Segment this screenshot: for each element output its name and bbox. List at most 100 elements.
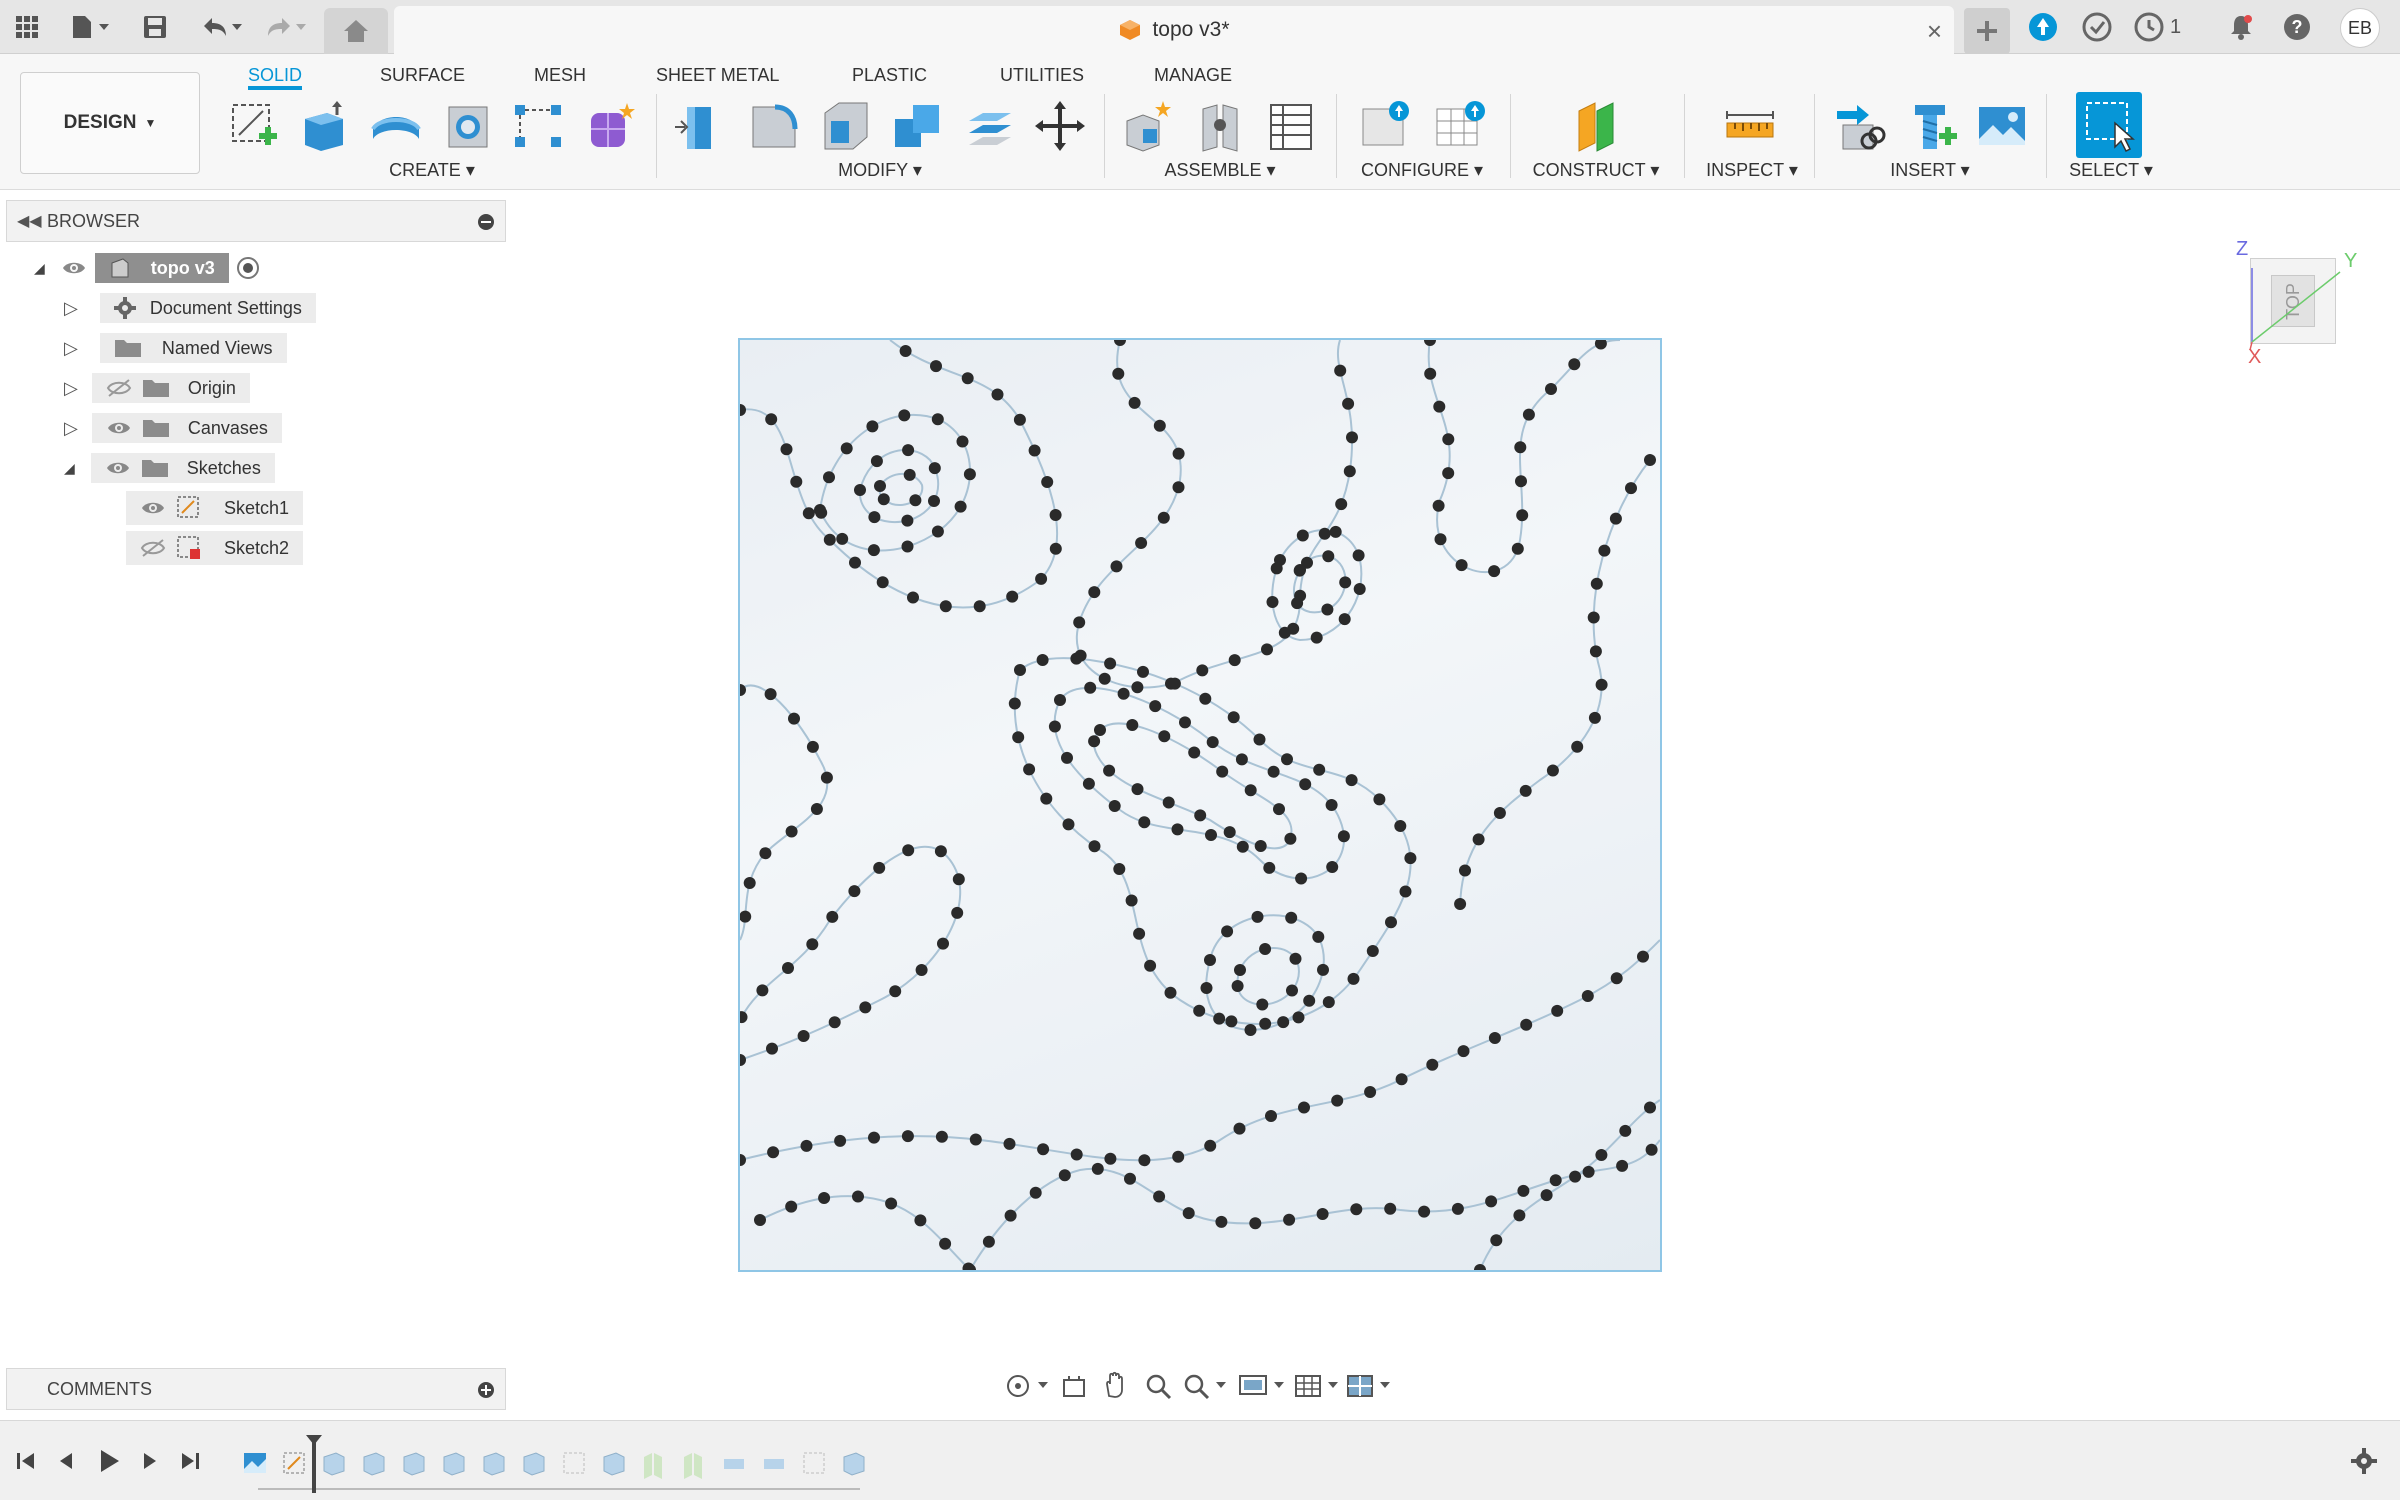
sketch-point <box>969 1133 982 1146</box>
timeline-settings-gear-icon[interactable] <box>2350 1447 2378 1475</box>
shell-tool[interactable] <box>816 96 876 156</box>
tab-solid[interactable]: SOLID <box>248 60 303 90</box>
move-copy-tool[interactable] <box>1030 96 1090 156</box>
expand-triangle-icon[interactable]: ▷ <box>64 378 78 399</box>
browser-item-sketch1[interactable]: Sketch1 <box>126 490 304 526</box>
display-settings-icon[interactable] <box>1238 1372 1288 1400</box>
tab-surface[interactable]: SURFACE <box>380 60 465 90</box>
step-forward-icon[interactable] <box>138 1449 162 1473</box>
expand-triangle-icon[interactable]: ▷ <box>64 338 78 359</box>
visibility-eye-icon[interactable] <box>106 418 132 438</box>
collapse-triangle-icon[interactable]: ◢ <box>64 460 75 477</box>
save-icon[interactable] <box>138 10 172 44</box>
undo-icon[interactable] <box>194 10 248 44</box>
revolve-tool[interactable] <box>366 96 426 156</box>
create-form-tool[interactable] <box>580 96 640 156</box>
play-icon[interactable] <box>96 1447 122 1475</box>
measure-tool[interactable] <box>1720 96 1780 156</box>
browser-item-named-views[interactable]: ▷ Named Views <box>64 330 287 366</box>
apps-grid-icon[interactable] <box>10 10 44 44</box>
minimize-panel-icon[interactable] <box>477 213 495 231</box>
document-tab[interactable]: topo v3* × <box>394 6 1954 54</box>
configure-group-label[interactable]: CONFIGURE ▾ <box>1356 160 1488 181</box>
extrude-tool[interactable] <box>294 96 354 156</box>
browser-root-label[interactable]: topo v3 <box>94 253 229 283</box>
workspace-switcher[interactable]: DESIGN ▼ <box>20 72 200 174</box>
activate-radio-icon[interactable] <box>235 255 261 281</box>
pan-hand-icon[interactable] <box>1100 1370 1130 1400</box>
hole-tool[interactable] <box>438 96 498 156</box>
home-tab[interactable] <box>324 8 388 54</box>
insert-group-label[interactable]: INSERT ▾ <box>1830 160 2030 181</box>
topographic-contours[interactable] <box>740 340 1660 1270</box>
browser-item-document-settings[interactable]: ▷ Document Settings <box>64 290 316 326</box>
pattern-tool[interactable] <box>508 96 568 156</box>
go-to-end-icon[interactable] <box>178 1449 202 1473</box>
grid-settings-icon[interactable] <box>1294 1372 1344 1400</box>
browser-item-sketches[interactable]: ◢ Sketches <box>64 450 275 486</box>
select-tool[interactable] <box>2076 92 2142 158</box>
inspect-group-label[interactable]: INSPECT ▾ <box>1700 160 1804 181</box>
fit-zoom-icon[interactable] <box>1182 1372 1230 1400</box>
orbit-icon[interactable] <box>1004 1372 1052 1400</box>
collapse-triangle-icon[interactable]: ◢ <box>34 260 45 277</box>
bill-of-materials-tool[interactable] <box>1262 96 1322 156</box>
insert-derive-tool[interactable] <box>1830 96 1890 156</box>
visibility-hidden-icon[interactable] <box>140 538 166 558</box>
new-tab-button[interactable] <box>1964 8 2010 54</box>
create-sketch-tool[interactable] <box>224 96 284 156</box>
create-group-label[interactable]: CREATE ▾ <box>224 160 640 181</box>
file-menu-icon[interactable] <box>64 10 118 44</box>
close-tab-icon[interactable]: × <box>1927 16 1942 47</box>
expand-triangle-icon[interactable]: ▷ <box>64 418 78 439</box>
browser-item-canvases[interactable]: ▷ Canvases <box>64 410 282 446</box>
configure-tool[interactable] <box>1356 96 1416 156</box>
tab-mesh[interactable]: MESH <box>534 60 586 90</box>
browser-item-origin[interactable]: ▷ Origin <box>64 370 250 406</box>
tab-plastic[interactable]: PLASTIC <box>852 60 927 90</box>
user-avatar[interactable]: EB <box>2340 8 2380 48</box>
look-at-icon[interactable] <box>1060 1372 1088 1400</box>
sketch-locked-icon <box>177 536 200 559</box>
visibility-hidden-icon[interactable] <box>106 378 132 398</box>
configuration-table-tool[interactable] <box>1430 96 1490 156</box>
visibility-eye-icon[interactable] <box>61 258 87 278</box>
insert-canvas-tool[interactable] <box>1972 96 2032 156</box>
notifications-bell-icon[interactable] <box>2224 10 2258 44</box>
collapse-panel-icon[interactable]: ◀◀ <box>17 211 42 231</box>
comments-panel-header[interactable]: COMMENTS <box>6 1368 506 1410</box>
joint-tool[interactable] <box>1190 96 1250 156</box>
expand-triangle-icon[interactable]: ▷ <box>64 298 78 319</box>
sketch-point <box>935 1130 948 1143</box>
timeline-features[interactable] <box>240 1435 880 1495</box>
zoom-icon[interactable] <box>1144 1372 1172 1400</box>
jobs-button[interactable]: 1 <box>2134 10 2204 44</box>
tab-manage[interactable]: MANAGE <box>1154 60 1232 90</box>
browser-item-sketch2[interactable]: Sketch2 <box>126 530 304 566</box>
offset-face-tool[interactable] <box>960 96 1020 156</box>
press-pull-tool[interactable] <box>670 96 730 156</box>
construct-group-label[interactable]: CONSTRUCT ▾ <box>1522 160 1670 181</box>
select-group-label[interactable]: SELECT ▾ <box>2056 160 2166 181</box>
extensions-icon[interactable] <box>2026 10 2060 44</box>
go-to-start-icon[interactable] <box>14 1449 38 1473</box>
combine-tool[interactable] <box>888 96 948 156</box>
help-icon[interactable]: ? <box>2280 10 2314 44</box>
add-comment-icon[interactable] <box>477 1381 495 1399</box>
fillet-tool[interactable] <box>744 96 804 156</box>
insert-mcmaster-tool[interactable] <box>1902 96 1962 156</box>
assemble-group-label[interactable]: ASSEMBLE ▾ <box>1118 160 1322 181</box>
tab-utilities[interactable]: UTILITIES <box>1000 60 1084 90</box>
topo-canvas-board[interactable] <box>738 338 1662 1272</box>
browser-root-row[interactable]: ◢ topo v3 <box>34 250 261 286</box>
offset-plane-tool[interactable] <box>1566 96 1626 156</box>
job-status-icon[interactable] <box>2080 10 2114 44</box>
visibility-eye-icon[interactable] <box>105 458 131 478</box>
tab-sheet-metal[interactable]: SHEET METAL <box>656 60 779 90</box>
redo-icon[interactable] <box>258 10 312 44</box>
step-back-icon[interactable] <box>54 1449 78 1473</box>
visibility-eye-icon[interactable] <box>140 498 166 518</box>
modify-group-label[interactable]: MODIFY ▾ <box>670 160 1090 181</box>
new-component-tool[interactable] <box>1118 96 1178 156</box>
viewports-icon[interactable] <box>1346 1372 1396 1400</box>
